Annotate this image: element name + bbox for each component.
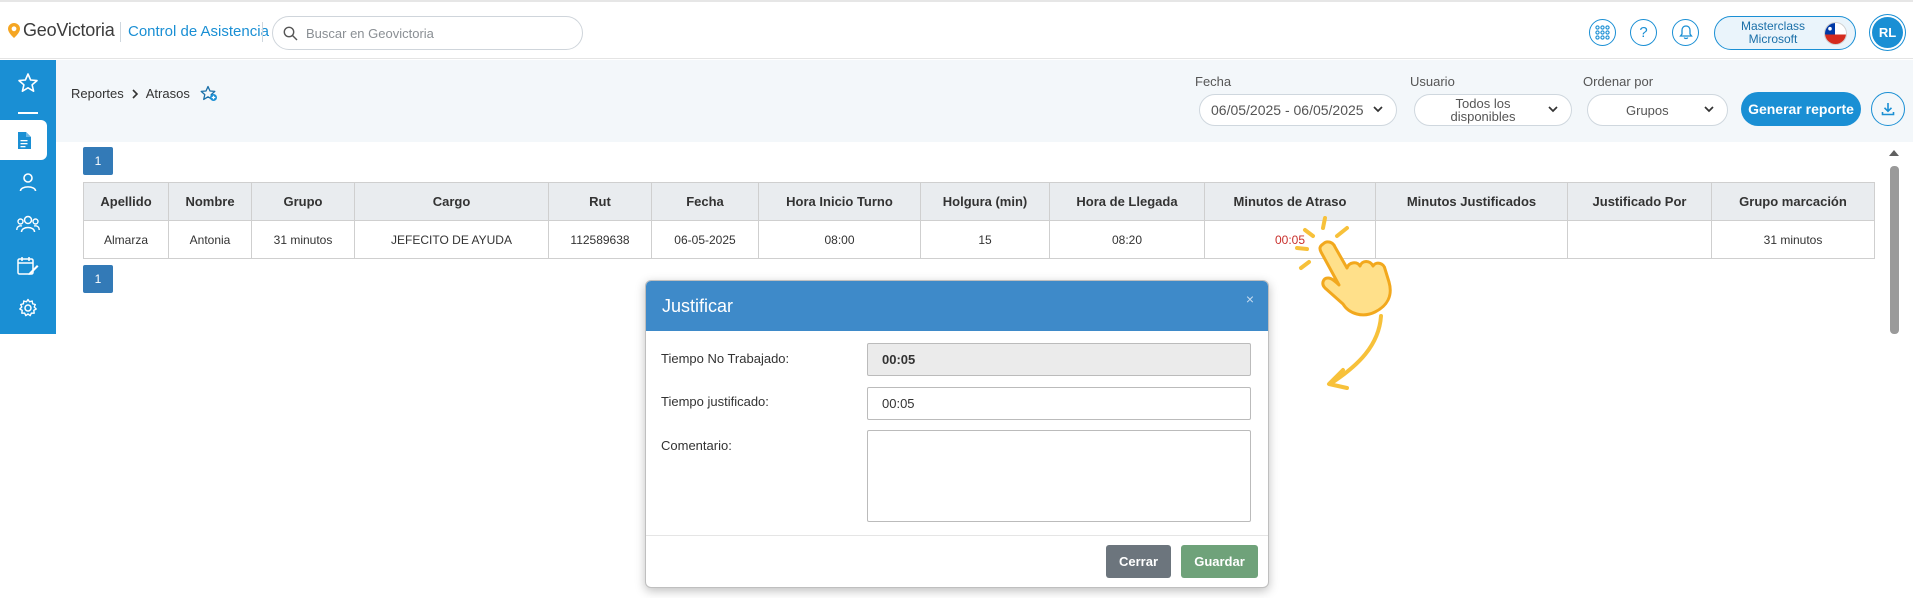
fecha-value: 06/05/2025 - 06/05/2025 (1211, 102, 1364, 118)
chevron-right-icon (132, 88, 138, 99)
top-bar: GeoVictoria Control de Asistencia ? Mast… (0, 0, 1913, 59)
logo-divider (120, 22, 121, 42)
column-hora-llegada[interactable]: Hora de Llegada (1049, 182, 1205, 221)
modal-title: Justificar (662, 296, 734, 316)
cell-hora-inicio-turno: 08:00 (758, 220, 921, 259)
gear-icon (19, 298, 37, 317)
ordenar-select[interactable]: Grupos (1587, 94, 1728, 126)
column-grupo[interactable]: Grupo (251, 182, 355, 221)
module-divider (262, 22, 263, 42)
sidebar-item-favorites[interactable] (0, 63, 56, 103)
generate-report-button[interactable]: Generar reporte (1741, 92, 1861, 126)
pagination-bottom-page[interactable]: 1 (83, 265, 113, 293)
column-rut[interactable]: Rut (548, 182, 652, 221)
breadcrumb: Reportes Atrasos (71, 85, 218, 102)
sidebar-divider (18, 112, 38, 114)
fecha-label: Fecha (1195, 74, 1232, 89)
modal-header: Justificar × (646, 281, 1268, 331)
schedule-edit-icon (17, 257, 39, 275)
column-justificado-por[interactable]: Justificado Por (1567, 182, 1712, 221)
search-input[interactable] (306, 25, 556, 41)
tiempo-justificado-input[interactable]: 00:05 (867, 387, 1251, 420)
column-apellido[interactable]: Apellido (83, 182, 169, 221)
cell-grupo: 31 minutos (251, 220, 355, 259)
cell-nombre: Antonia (168, 220, 252, 259)
cell-fecha: 06-05-2025 (651, 220, 759, 259)
cell-justificado-por (1567, 220, 1712, 259)
comentario-label: Comentario: (661, 438, 732, 453)
ordenar-value: Grupos (1626, 102, 1669, 118)
cell-cargo: JEFECITO DE AYUDA (354, 220, 549, 259)
logo-text: GeoVictoria (23, 20, 115, 40)
cell-apellido: Almarza (83, 220, 169, 259)
sidebar-item-groups[interactable] (0, 204, 56, 244)
cerrar-button[interactable]: Cerrar (1106, 545, 1171, 578)
search-box[interactable] (272, 16, 583, 50)
usuario-value: Todos los disponibles (1450, 96, 1516, 124)
pagination-top-page[interactable]: 1 (83, 147, 113, 175)
comentario-textarea[interactable] (867, 430, 1251, 522)
user-avatar[interactable]: RL (1872, 17, 1903, 48)
ordenar-label: Ordenar por (1583, 74, 1654, 89)
module-name[interactable]: Control de Asistencia (128, 23, 269, 40)
table-header-row: Apellido Nombre Grupo Cargo Rut Fecha Ho… (83, 182, 1875, 221)
search-icon (283, 26, 298, 40)
tiempo-no-trabajado-label: Tiempo No Trabajado: (661, 351, 790, 366)
tiempo-justificado-label: Tiempo justificado: (661, 394, 769, 409)
cell-holgura: 15 (920, 220, 1050, 259)
company-name: Masterclass Microsoft (1740, 19, 1805, 46)
chile-flag-icon (1824, 22, 1847, 45)
geovictoria-logo[interactable]: GeoVictoria (8, 20, 115, 41)
user-icon (19, 173, 37, 192)
column-fecha[interactable]: Fecha (651, 182, 759, 221)
column-cargo[interactable]: Cargo (354, 182, 549, 221)
help-icon[interactable]: ? (1630, 19, 1657, 46)
column-minutos-justificados[interactable]: Minutos Justificados (1375, 182, 1568, 221)
guardar-button[interactable]: Guardar (1181, 545, 1258, 578)
bell-icon[interactable] (1672, 19, 1699, 46)
chevron-down-icon (1373, 106, 1383, 113)
sidebar (0, 60, 56, 334)
cell-grupo-marcacion: 31 minutos (1711, 220, 1875, 259)
star-icon (18, 73, 38, 92)
sidebar-item-settings[interactable] (0, 288, 56, 328)
report-document-icon (17, 131, 31, 149)
atrasos-table: Apellido Nombre Grupo Cargo Rut Fecha Ho… (83, 182, 1875, 259)
scroll-up-arrow-icon[interactable] (1888, 148, 1900, 158)
usuario-label: Usuario (1410, 74, 1455, 89)
table-row: Almarza Antonia 31 minutos JEFECITO DE A… (83, 220, 1875, 259)
chevron-down-icon (1704, 106, 1714, 113)
modal-footer (646, 535, 1268, 587)
tap-hand-annotation-icon (1295, 216, 1392, 390)
chevron-down-icon (1548, 106, 1558, 113)
cell-hora-llegada: 08:20 (1049, 220, 1205, 259)
favorite-star-add-icon[interactable] (200, 85, 218, 102)
cell-rut: 112589638 (548, 220, 652, 259)
download-icon (1881, 103, 1895, 116)
column-minutos-atraso[interactable]: Minutos de Atraso (1204, 182, 1376, 221)
scrollbar-thumb[interactable] (1890, 166, 1899, 334)
sidebar-item-user[interactable] (0, 162, 56, 202)
usuario-select[interactable]: Todos los disponibles (1414, 94, 1572, 126)
sidebar-item-schedule[interactable] (0, 246, 56, 286)
tiempo-no-trabajado-field: 00:05 (867, 343, 1251, 376)
company-selector[interactable]: Masterclass Microsoft (1714, 16, 1856, 50)
column-holgura[interactable]: Holgura (min) (920, 182, 1050, 221)
column-hora-inicio-turno[interactable]: Hora Inicio Turno (758, 182, 921, 221)
column-grupo-marcacion[interactable]: Grupo marcación (1711, 182, 1875, 221)
download-button[interactable] (1871, 92, 1905, 126)
justificar-modal: Justificar × Tiempo No Trabajado: 00:05 … (645, 280, 1269, 588)
sidebar-item-reports[interactable] (0, 120, 47, 160)
apps-grid-icon[interactable] (1589, 19, 1616, 46)
vertical-scrollbar[interactable] (1888, 146, 1900, 334)
breadcrumb-current: Atrasos (145, 86, 190, 101)
column-nombre[interactable]: Nombre (168, 182, 252, 221)
location-pin-icon (8, 23, 20, 38)
breadcrumb-parent[interactable]: Reportes (71, 86, 124, 101)
close-icon[interactable]: × (1246, 291, 1254, 307)
fecha-range-picker[interactable]: 06/05/2025 - 06/05/2025 (1199, 94, 1397, 126)
group-users-icon (16, 215, 40, 233)
